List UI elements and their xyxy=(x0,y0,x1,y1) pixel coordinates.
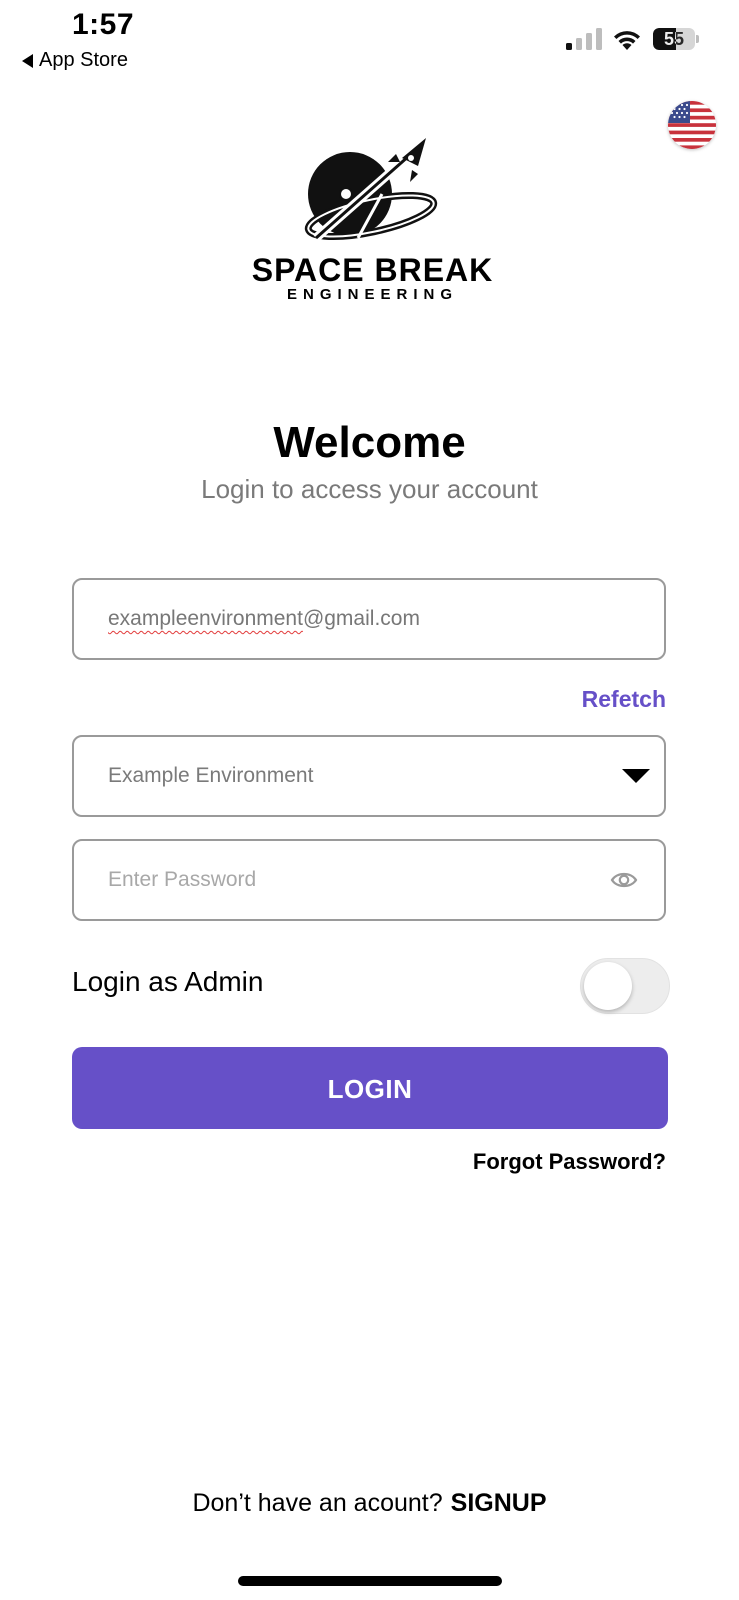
email-value: exampleenvironment@gmail.com xyxy=(108,580,420,658)
home-indicator[interactable] xyxy=(238,1576,502,1586)
login-as-admin-label: Login as Admin xyxy=(72,966,264,997)
admin-toggle[interactable] xyxy=(580,958,670,1014)
back-arrow-icon xyxy=(22,53,33,68)
status-time: 1:57 xyxy=(72,8,135,41)
planet-rocket-icon xyxy=(304,138,438,242)
language-flag-us-icon[interactable] xyxy=(668,101,716,149)
refetch-link[interactable]: Refetch xyxy=(560,686,666,713)
logo-title: SPACE BREAK xyxy=(251,252,494,288)
signup-question: Don’t have an acount? xyxy=(192,1489,443,1517)
battery-level-label: 55 xyxy=(663,29,685,49)
logo-subtitle: ENGINEERING xyxy=(286,286,458,303)
space-break-logo: SPACE BREAK ENGINEERING xyxy=(250,136,495,306)
toggle-knob xyxy=(584,962,632,1010)
environment-value: Example Environment xyxy=(108,764,314,787)
back-to-app-store[interactable]: App Store xyxy=(22,49,128,72)
signup-row: Don’t have an acount? SIGNUP xyxy=(0,1489,739,1518)
email-spell-underlined: exampleenvironment xyxy=(108,607,303,630)
cellular-signal-icon xyxy=(566,28,602,50)
wifi-icon xyxy=(614,31,640,50)
environment-select[interactable]: Example Environment xyxy=(72,735,666,817)
password-placeholder: Enter Password xyxy=(108,868,257,891)
page-subtitle: Login to access your account xyxy=(201,474,538,504)
email-field[interactable]: exampleenvironment@gmail.com xyxy=(72,578,666,660)
forgot-password-link[interactable]: Forgot Password? xyxy=(440,1149,666,1175)
back-label: App Store xyxy=(39,49,128,71)
password-field[interactable]: Enter Password xyxy=(72,839,666,921)
battery-icon: 55 xyxy=(653,28,701,52)
email-domain: @gmail.com xyxy=(302,607,420,630)
login-button[interactable]: LOGIN xyxy=(72,1047,668,1129)
signup-link[interactable]: SIGNUP xyxy=(451,1489,547,1517)
show-password-eye-icon[interactable] xyxy=(610,867,638,893)
page-title: Welcome xyxy=(273,418,466,467)
dropdown-caret-icon xyxy=(622,769,650,783)
